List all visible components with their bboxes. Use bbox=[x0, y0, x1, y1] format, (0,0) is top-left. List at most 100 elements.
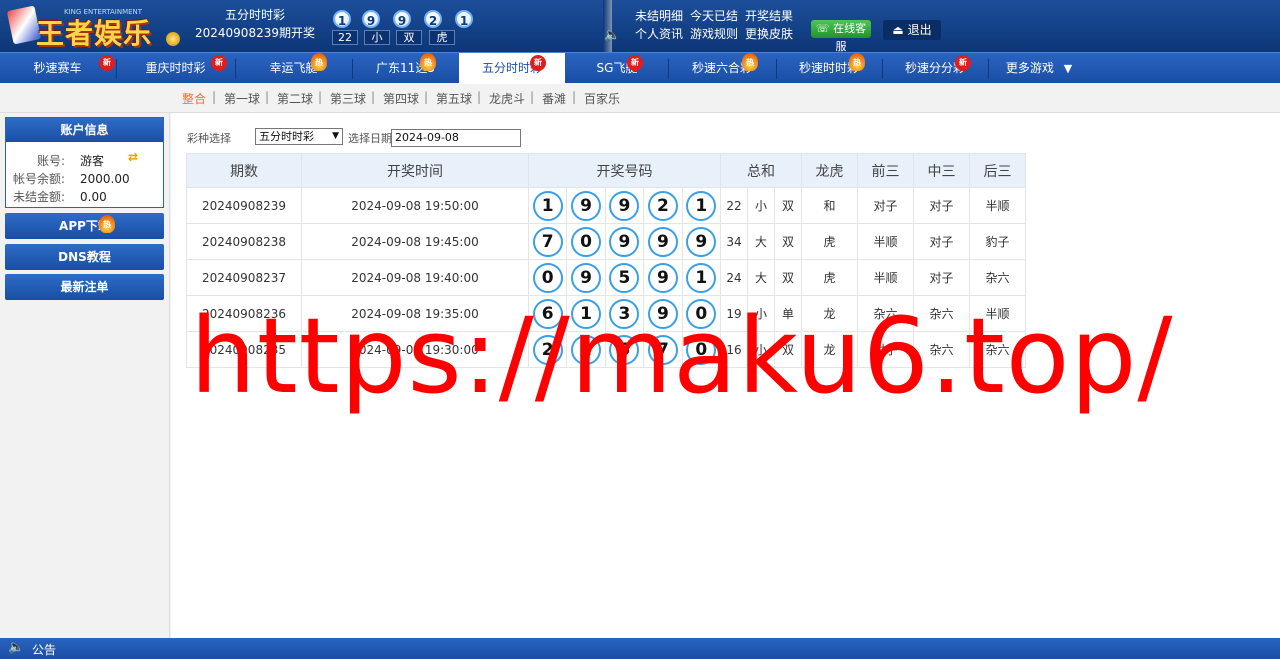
nav-item-gd-11x5[interactable]: 广东11选5 热 bbox=[353, 53, 458, 84]
tab-baccarat[interactable]: 百家乐 bbox=[584, 90, 620, 107]
cell-ball: 5 bbox=[604, 259, 645, 296]
cell-parity: 单 bbox=[774, 295, 802, 332]
table-row: 20240908236 2024-09-08 19:35:00 6 1 3 9 0 19 小单龙… bbox=[186, 295, 1026, 332]
result-ball: 9 bbox=[571, 262, 602, 293]
logo[interactable]: KING ENTERTAINMENT 王者娱乐 bbox=[6, 2, 186, 50]
header-stat-size: 小 bbox=[364, 30, 390, 45]
result-ball: 9 bbox=[647, 262, 678, 293]
col-issue: 期数 bbox=[186, 153, 302, 188]
app-download-button[interactable]: APP下载 热 bbox=[5, 213, 164, 239]
link-change-skin[interactable]: 更换皮肤 bbox=[745, 25, 793, 42]
tab-separator: | bbox=[477, 90, 482, 104]
table-row: 20240908237 2024-09-08 19:40:00 0 9 5 9 1 24 大双虎… bbox=[186, 259, 1026, 296]
cell-front3: 对子 bbox=[857, 331, 914, 368]
cell-back3: 半顺 bbox=[969, 295, 1026, 332]
link-unsettled[interactable]: 未结明细 bbox=[635, 7, 683, 24]
cell-size: 小 bbox=[747, 187, 775, 224]
hot-badge-icon: 热 bbox=[849, 53, 865, 71]
cell-size: 小 bbox=[747, 331, 775, 368]
cell-ball: 9 bbox=[643, 295, 683, 332]
cell-issue: 20240908235 bbox=[186, 331, 302, 368]
cell-issue: 20240908239 bbox=[186, 187, 302, 224]
date-input[interactable]: 2024-09-08 bbox=[391, 129, 521, 147]
table-row: 20240908239 2024-09-08 19:50:00 1 9 9 2 1 22 小双和… bbox=[186, 187, 1026, 224]
cell-size: 大 bbox=[747, 259, 775, 296]
new-badge-icon: 新 bbox=[530, 55, 546, 71]
cell-ball: 0 bbox=[681, 331, 722, 368]
link-personal-info[interactable]: 个人资讯 bbox=[635, 25, 683, 42]
nav-item-label: 更多游戏 bbox=[1005, 61, 1054, 75]
dns-tutorial-button[interactable]: DNS教程 bbox=[5, 244, 164, 270]
cell-front3: 半顺 bbox=[857, 259, 914, 296]
nav-item-ms-ffc[interactable]: 秒速分分彩 新 bbox=[883, 53, 987, 84]
logout-icon: ⏏ bbox=[892, 23, 904, 37]
unsettled-label: 未结金额: bbox=[12, 190, 65, 204]
nav-item-more-games[interactable]: 更多游戏 ▼ bbox=[989, 53, 1089, 84]
cell-parity: 双 bbox=[774, 259, 802, 296]
result-ball: 7 bbox=[532, 226, 563, 257]
refresh-icon[interactable]: ⇄ bbox=[128, 150, 138, 164]
tab-integrated[interactable]: 整合 bbox=[182, 90, 206, 107]
col-front3: 前三 bbox=[857, 153, 914, 188]
account-panel: 账户信息 账号: 游客 ⇄ 帐号余额: 2000.00 未结金额: 0.00 bbox=[5, 117, 164, 208]
nav-item-ms-ssc[interactable]: 秒速时时彩 热 bbox=[777, 53, 881, 84]
nav-item-sg-boat[interactable]: SG飞艇 新 bbox=[566, 53, 668, 84]
link-game-rules[interactable]: 游戏规则 bbox=[690, 25, 738, 42]
result-ball: 1 bbox=[686, 190, 717, 221]
cell-time: 2024-09-08 19:30:00 bbox=[301, 331, 529, 368]
cell-parity: 双 bbox=[774, 187, 802, 224]
nav-item-ms-racing[interactable]: 秒速赛车 新 bbox=[0, 53, 115, 84]
sound-icon[interactable]: 🔈 bbox=[604, 28, 620, 43]
latest-bets-button[interactable]: 最新注单 bbox=[5, 274, 164, 300]
account-value: 游客 bbox=[80, 154, 105, 168]
footer-bar: 🔈 公告 bbox=[0, 638, 1280, 659]
date-label: 选择日期 bbox=[348, 132, 392, 145]
cell-time: 2024-09-08 19:45:00 bbox=[301, 223, 529, 260]
cell-sum: 16 bbox=[720, 331, 748, 368]
cell-ball: 9 bbox=[681, 223, 722, 260]
cell-dragon-tiger: 龙 bbox=[801, 295, 858, 332]
header-ball: 1 bbox=[333, 10, 351, 28]
result-ball: 9 bbox=[609, 190, 640, 221]
link-settled-today[interactable]: 今天已结 bbox=[690, 7, 738, 24]
tab-ball-3[interactable]: 第三球 bbox=[330, 90, 366, 107]
cell-size: 小 bbox=[747, 295, 775, 332]
tab-fantan[interactable]: 番滩 bbox=[542, 90, 566, 107]
announcement-label[interactable]: 公告 bbox=[32, 641, 56, 658]
logout-button[interactable]: ⏏ 退出 bbox=[883, 20, 941, 40]
cell-ball: 2 bbox=[527, 331, 568, 368]
account-row: 账号: 游客 bbox=[6, 152, 165, 170]
nav-item-5min-ssc[interactable]: 五分时时彩 新 bbox=[459, 53, 565, 84]
tab-ball-4[interactable]: 第四球 bbox=[383, 90, 419, 107]
nav-item-lucky-boat[interactable]: 幸运飞艇 热 bbox=[236, 53, 351, 84]
tab-separator: | bbox=[572, 90, 577, 104]
tab-ball-5[interactable]: 第五球 bbox=[436, 90, 472, 107]
online-service-button[interactable]: ☏ 在线客服 bbox=[811, 20, 871, 53]
announcement-icon: 🔈 bbox=[8, 640, 25, 655]
tab-ball-1[interactable]: 第一球 bbox=[224, 90, 260, 107]
main-content: 彩种选择 五分时时彩 ▼ 选择日期 2024-09-08 期数 开奖时间 开奖号… bbox=[171, 113, 1280, 638]
game-select[interactable]: 五分时时彩 ▼ bbox=[255, 128, 343, 145]
header-stat-parity: 双 bbox=[396, 30, 422, 45]
result-ball: 2 bbox=[532, 334, 563, 365]
result-ball: 1 bbox=[532, 190, 563, 221]
link-results[interactable]: 开奖结果 bbox=[745, 7, 793, 24]
cell-back3: 豹子 bbox=[969, 223, 1026, 260]
result-ball: 0 bbox=[686, 298, 717, 329]
result-ball: 0 bbox=[686, 334, 717, 365]
result-ball: 9 bbox=[647, 298, 678, 329]
logo-text: 王者娱乐 bbox=[36, 17, 153, 50]
unsettled-row: 未结金额: 0.00 bbox=[6, 188, 165, 206]
header-ball: 9 bbox=[393, 10, 411, 28]
cell-ball: 2 bbox=[566, 331, 606, 368]
result-ball: 1 bbox=[686, 262, 717, 293]
cell-ball: 0 bbox=[527, 259, 568, 296]
nav-item-cq-ssc[interactable]: 重庆时时彩 新 bbox=[117, 53, 234, 84]
balance-row: 帐号余额: 2000.00 bbox=[6, 170, 165, 188]
tab-dragon-tiger[interactable]: 龙虎斗 bbox=[489, 90, 525, 107]
cell-ball: 7 bbox=[527, 223, 568, 260]
nav-item-ms-mark6[interactable]: 秒速六合彩 热 bbox=[669, 53, 775, 84]
tab-separator: | bbox=[530, 90, 535, 104]
cell-ball: 9 bbox=[604, 187, 645, 224]
tab-ball-2[interactable]: 第二球 bbox=[277, 90, 313, 107]
